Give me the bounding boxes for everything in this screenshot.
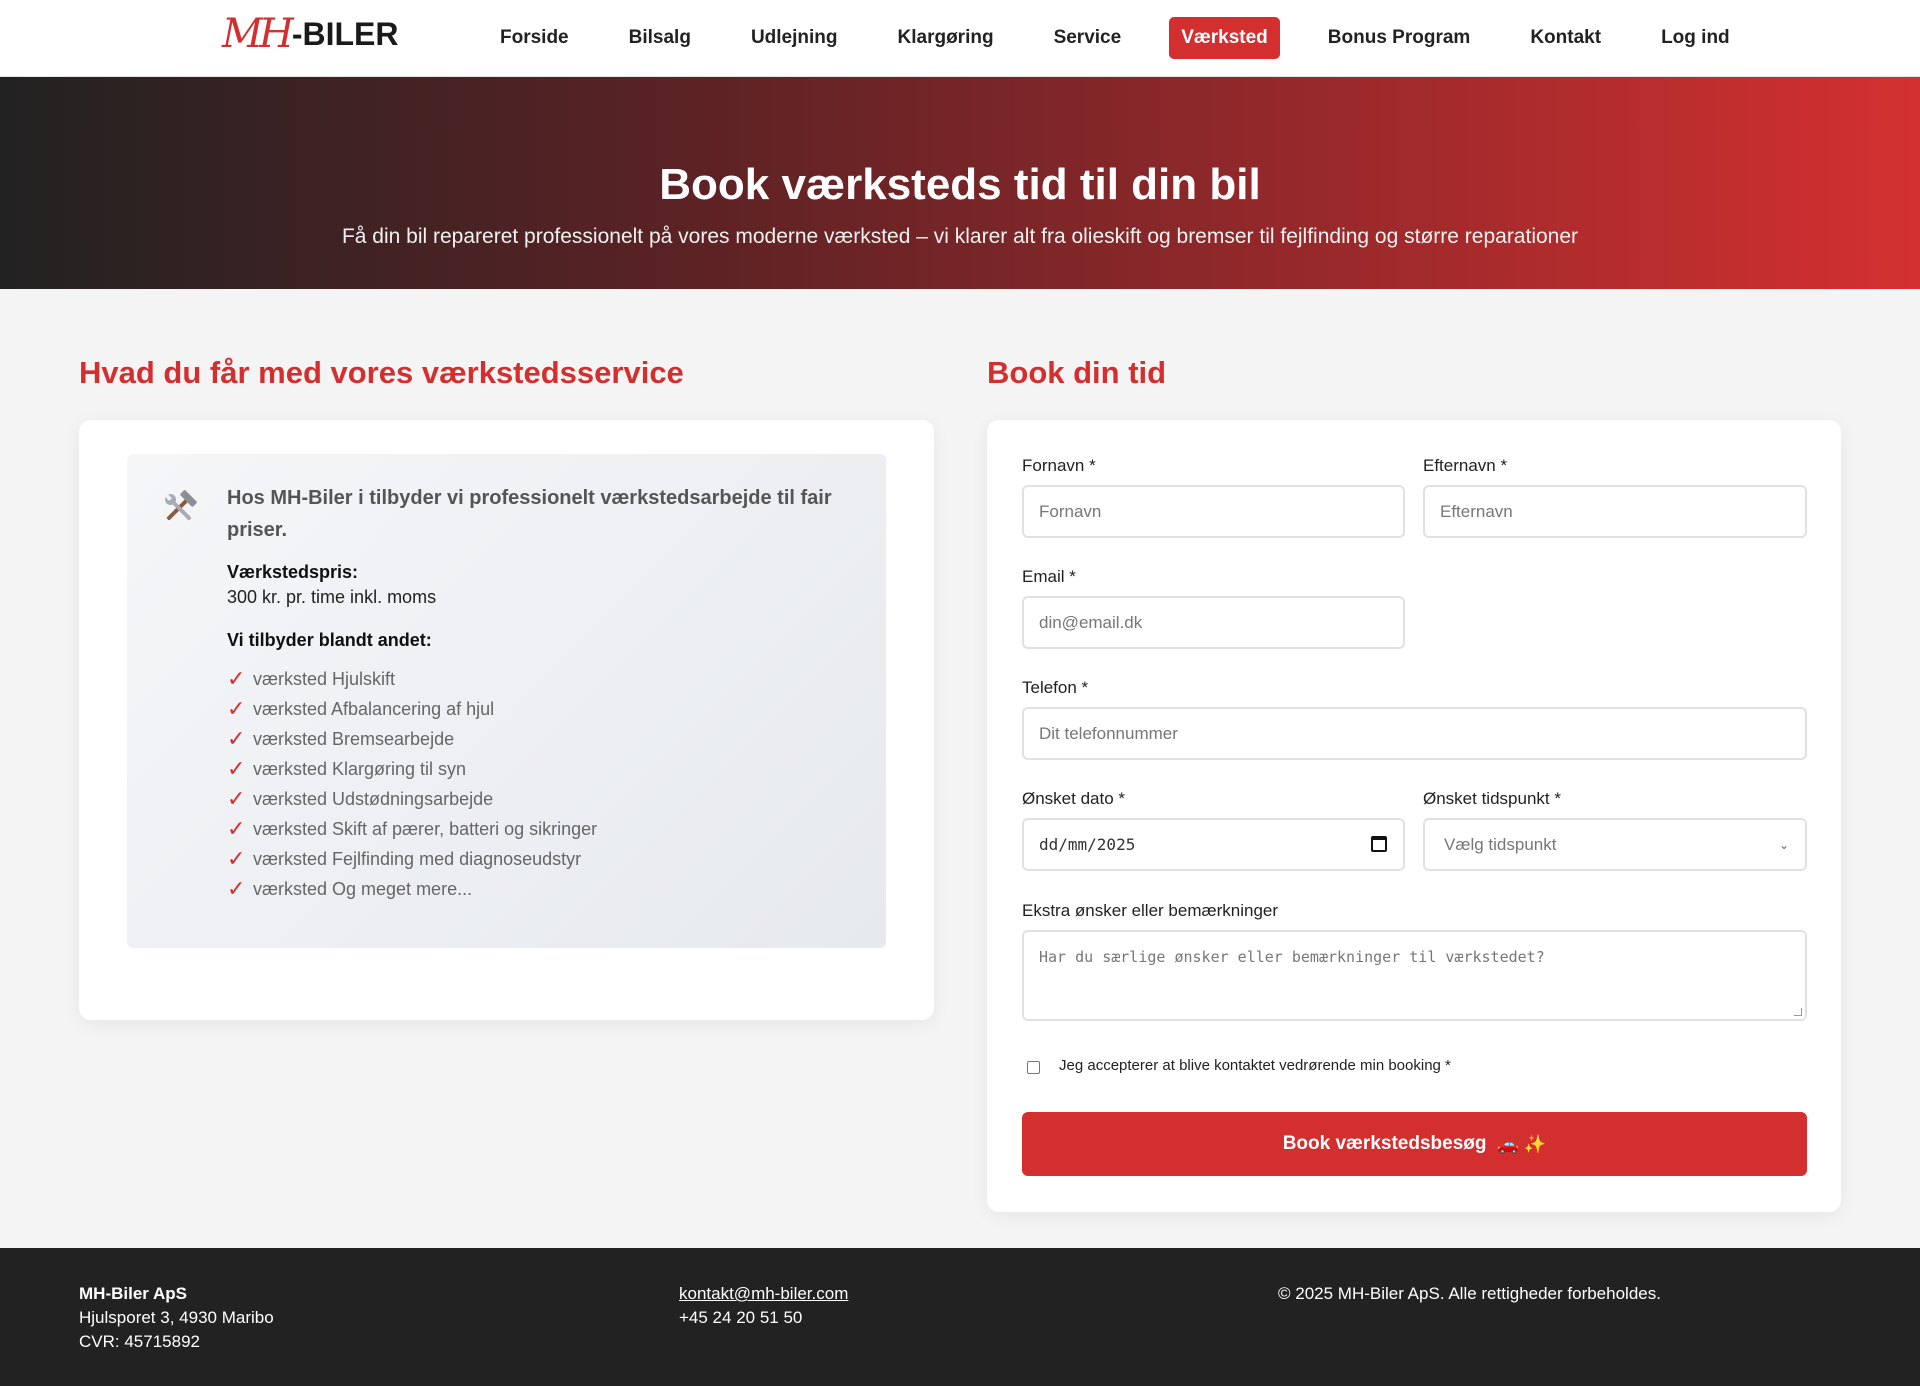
feature-text: værksted Skift af pærer, batteri og sikr…: [253, 818, 598, 839]
feature-text: værksted Klargøring til syn: [253, 758, 467, 779]
footer-address: Hjulsporet 3, 4930 Maribo: [79, 1308, 274, 1327]
feature-text: værksted Afbalancering af hjul: [253, 698, 495, 719]
footer-copyright: © 2025 MH-Biler ApS. Alle rettigheder fo…: [1278, 1284, 1661, 1303]
chevron-down-icon: ⌄: [1778, 838, 1789, 852]
consent-checkbox[interactable]: [1027, 1061, 1040, 1074]
feature-text: værksted Udstødningsarbejde: [253, 788, 494, 809]
footer: MH-Biler ApS Hjulsporet 3, 4930 Maribo C…: [0, 1248, 1920, 1386]
date-label: Ønsket dato *: [1022, 789, 1126, 808]
logo-biler: -BILER: [291, 16, 399, 52]
list-item: ✓ værksted Afbalancering af hjul: [227, 694, 597, 724]
notes-textarea[interactable]: Har du særlige ønsker eller bemærkninger…: [1022, 930, 1807, 1021]
date-value: dd/mm/2025: [1039, 835, 1136, 854]
hero-banner: Book værksteds tid til din bil Få din bi…: [0, 77, 1920, 289]
date-input[interactable]: dd/mm/2025: [1022, 818, 1405, 871]
price-label: Værkstedspris:: [227, 562, 359, 582]
list-item: ✓ værksted Klargøring til syn: [227, 754, 597, 784]
check-icon: ✓: [227, 786, 246, 811]
feature-list: ✓ værksted Hjulskift ✓ værksted Afbalancer…: [227, 664, 597, 904]
book-button[interactable]: Book værkstedsbesøg 🚗 ✨: [1022, 1112, 1807, 1176]
check-icon: ✓: [227, 876, 246, 901]
service-section-title: Hvad du får med vores værkstedsservice: [79, 355, 684, 390]
feature-text: værksted Bremsearbejde: [253, 728, 455, 749]
service-card: Hos MH-Biler i tilbyder vi professionelt…: [79, 420, 934, 1020]
list-item: ✓ værksted Fejlfinding med diagnoseudstyr: [227, 844, 597, 874]
email-input[interactable]: din@email.dk: [1022, 596, 1405, 649]
feature-text: værksted Og meget mere...: [253, 878, 473, 899]
resize-handle-icon[interactable]: [1794, 1008, 1802, 1016]
nav-item-forside[interactable]: Forside: [488, 17, 581, 59]
nav-item-klargoring[interactable]: Klargøring: [886, 17, 1006, 59]
booking-section-title: Book din tid: [987, 355, 1167, 390]
hammer-wrench-icon: [164, 490, 197, 521]
notes-placeholder: Har du særlige ønsker eller bemærkninger…: [1039, 948, 1545, 966]
footer-phone: +45 24 20 51 50: [679, 1308, 803, 1327]
feature-text: værksted Fejlfinding med diagnoseudstyr: [253, 848, 582, 869]
check-icon: ✓: [227, 666, 246, 691]
footer-company-name: MH-Biler ApS: [79, 1284, 187, 1303]
nav-item-udlejning[interactable]: Udlejning: [739, 17, 850, 59]
check-icon: ✓: [227, 726, 246, 751]
list-item: ✓ værksted Udstødningsarbejde: [227, 784, 597, 814]
time-label: Ønsket tidspunkt *: [1423, 789, 1561, 808]
lastname-input[interactable]: Efternavn: [1423, 485, 1807, 538]
lastname-label: Efternavn *: [1423, 456, 1508, 475]
price-value: 300 kr. pr. time inkl. moms: [227, 587, 437, 607]
phone-input[interactable]: Dit telefonnummer: [1022, 707, 1807, 760]
firstname-input[interactable]: Fornavn: [1022, 485, 1405, 538]
hero-subtitle: Få din bil repareret professionelt på vo…: [341, 225, 1579, 248]
booking-form-card: Fornavn * Fornavn Efternavn * Efternavn …: [987, 420, 1841, 1212]
logo[interactable]: MH -BILER: [222, 10, 399, 58]
main-menu: Forside Bilsalg Udlejning Klargøring Ser…: [488, 17, 1778, 59]
phone-label: Telefon *: [1022, 678, 1089, 697]
notes-label: Ekstra ønsker eller bemærkninger: [1022, 901, 1279, 920]
time-value: Vælg tidspunkt: [1444, 834, 1557, 854]
offer-label: Vi tilbyder blandt andet:: [227, 630, 432, 650]
feature-text: værksted Hjulskift: [253, 668, 396, 689]
time-select[interactable]: Vælg tidspunkt ⌄: [1423, 818, 1807, 871]
service-info-box: Hos MH-Biler i tilbyder vi professionelt…: [127, 454, 886, 948]
check-icon: ✓: [227, 696, 246, 721]
list-item: ✓ værksted Skift af pærer, batteri og sik…: [227, 814, 597, 844]
footer-cvr: CVR: 45715892: [79, 1332, 200, 1351]
nav-item-bonus-program[interactable]: Bonus Program: [1316, 17, 1483, 59]
footer-company: MH-Biler ApS Hjulsporet 3, 4930 Maribo C…: [79, 1282, 274, 1354]
check-icon: ✓: [227, 846, 246, 871]
logo-mh: MH: [222, 11, 294, 57]
list-item: ✓ værksted Bremsearbejde: [227, 724, 597, 754]
check-icon: ✓: [227, 816, 246, 841]
nav-item-log-ind[interactable]: Log ind: [1649, 17, 1742, 59]
nav-item-bilsalg[interactable]: Bilsalg: [617, 17, 703, 59]
nav-item-vaerksted[interactable]: Værksted: [1169, 17, 1280, 59]
nav-item-kontakt[interactable]: Kontakt: [1518, 17, 1613, 59]
list-item: ✓ værksted Hjulskift: [227, 664, 597, 694]
check-icon: ✓: [227, 756, 246, 781]
footer-email-link[interactable]: kontakt@mh-biler.com: [679, 1282, 848, 1306]
book-button-label: Book værkstedsbesøg: [1282, 1133, 1487, 1154]
nav-item-service[interactable]: Service: [1042, 17, 1134, 59]
top-navigation: MH -BILER Forside Bilsalg Udlejning Klar…: [0, 0, 1920, 77]
email-label: Email *: [1022, 567, 1076, 586]
car-sparkles-icon: 🚗 ✨: [1496, 1133, 1547, 1154]
main-content: Hvad du får med vores værkstedsservice B…: [0, 289, 1920, 1249]
hero-title: Book værksteds tid til din bil: [659, 160, 1261, 209]
firstname-label: Fornavn *: [1022, 456, 1096, 475]
service-intro: Hos MH-Biler i tilbyder vi professionelt…: [227, 487, 832, 541]
calendar-icon[interactable]: [1371, 836, 1387, 852]
consent-label[interactable]: Jeg accepterer at blive kontaktet vedrør…: [1059, 1057, 1451, 1074]
list-item: ✓ værksted Og meget mere...: [227, 874, 597, 904]
footer-contact: kontakt@mh-biler.com +45 24 20 51 50: [679, 1282, 848, 1330]
